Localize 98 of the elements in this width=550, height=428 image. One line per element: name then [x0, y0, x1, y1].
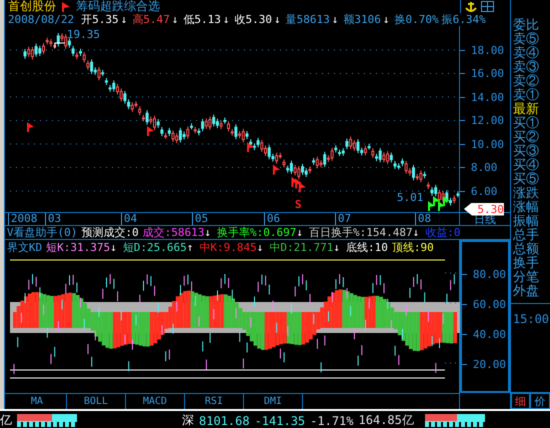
- flag-icon: [146, 126, 154, 136]
- flag-icon: [26, 122, 34, 132]
- axis-label: 18.00: [470, 44, 504, 56]
- up-down-meter: [17, 414, 77, 427]
- indicator-value: 百日换手%:154.487: [309, 225, 413, 240]
- quote-field-label: 卖⑤: [512, 33, 540, 47]
- axis-label: 10.00: [470, 138, 504, 150]
- quote-date: 2008/08/22: [8, 13, 74, 26]
- quote-field-label: 买②: [512, 131, 540, 145]
- arrow-icon: ↑: [186, 240, 194, 254]
- status-fragment: 亿: [0, 412, 12, 428]
- quote-field-label: 分笔: [512, 271, 540, 285]
- leader-line: [54, 42, 66, 48]
- axis-label: 12.00: [470, 114, 504, 127]
- anchor-icon[interactable]: [464, 0, 477, 12]
- arrow-icon: ↓: [110, 240, 117, 254]
- quote-value: 低5.13: [183, 12, 221, 27]
- quote-field-label: 买①: [512, 117, 540, 131]
- arrow-icon: ↓: [120, 13, 128, 26]
- indicator-value: 换手率%:0.697: [217, 225, 296, 240]
- quote-field-label: 买⑤: [512, 173, 540, 187]
- quote-value: 换0.70%: [394, 12, 439, 27]
- quote-field-label: 总额: [512, 243, 540, 257]
- indicator-value: 预测成交:0: [81, 225, 139, 240]
- quote-field-label: 最新: [512, 103, 540, 117]
- quote-field-label: 卖①: [512, 89, 540, 103]
- date-label: 07: [334, 213, 415, 225]
- indicator-value: 中D:21.771: [269, 240, 334, 254]
- date-label: 03: [44, 213, 121, 225]
- date-label: 06: [264, 213, 335, 225]
- price-tag: 5.30: [464, 202, 504, 216]
- panel-tab[interactable]: 细: [510, 393, 530, 409]
- axis-label: 40.00: [472, 328, 506, 340]
- panel-tab[interactable]: 价: [530, 393, 550, 409]
- signal-label: S: [294, 199, 302, 211]
- quote-field-label: 外盘: [512, 285, 540, 299]
- indicator-value: 短K:31.375: [46, 240, 110, 254]
- date-label: 05: [192, 213, 264, 225]
- date-label: 08: [414, 213, 468, 225]
- quote-field-label: 振幅: [512, 215, 540, 229]
- axis-label: 6.00: [470, 184, 498, 198]
- axis-label: 14.00: [470, 90, 504, 104]
- axis-label: 20.00: [472, 358, 506, 370]
- flag-icon: [246, 142, 254, 152]
- quote-field-label: 涨跌: [512, 187, 540, 201]
- flag-icon: [272, 164, 280, 175]
- turnover-value: 164.85亿: [358, 412, 414, 428]
- flag-icon: [62, 2, 70, 12]
- quote-value: 开5.35: [81, 12, 119, 27]
- date-label: 2008: [8, 213, 45, 225]
- quote-field-label: 买④: [512, 159, 540, 173]
- low-price-label: 5.01: [396, 192, 424, 204]
- indicator-value: 短D:25.665: [122, 240, 187, 254]
- stock-name: 首创股份: [8, 0, 56, 14]
- arrow-icon: ↓: [382, 13, 390, 26]
- index-change: -141.35: [254, 414, 306, 428]
- axis-label: 8.00: [470, 161, 498, 174]
- quote-value: 高5.47: [132, 12, 170, 27]
- quote-value: 量58613: [286, 12, 330, 27]
- quote-field-label: 买③: [512, 145, 540, 159]
- high-price-label: 19.35: [66, 29, 100, 41]
- quote-value: 振6.34%: [442, 12, 486, 27]
- arrow-icon: ↓: [333, 240, 340, 254]
- arrow-icon: ↓: [296, 226, 304, 239]
- index-percent: -1.71%: [310, 414, 354, 428]
- axis-label: 60.00: [472, 298, 506, 310]
- arrow-icon: ↓: [256, 240, 264, 254]
- indicator-value: 中K:9.845: [199, 240, 257, 254]
- index-value: 8101.68: [199, 414, 250, 428]
- indicator-value: V看盘助手(0): [6, 225, 78, 240]
- arrow-icon: ↓: [172, 13, 178, 26]
- formula-name: 筹码超跌综合选: [76, 0, 160, 14]
- quote-field-label: 总手: [512, 229, 540, 243]
- time-label: 15:00: [510, 303, 550, 326]
- indicator-value: 底线:10: [346, 240, 388, 254]
- axis-label: 80.00: [472, 268, 506, 280]
- up-down-meter: [424, 414, 485, 427]
- arrow-icon: ↓: [412, 226, 420, 239]
- quote-field-label: 委比: [512, 19, 540, 33]
- indicator-value: 顶线:90: [392, 240, 434, 254]
- quote-value: 额3106: [343, 12, 381, 27]
- quote-value: 收5.30: [234, 12, 272, 27]
- arrow-icon: ↓: [204, 226, 212, 239]
- quote-field-label: 卖④: [512, 47, 540, 61]
- indicator-value: 界文KD: [6, 240, 42, 254]
- indicator-value: 成交:58613: [142, 225, 204, 240]
- arrow-icon: ↓: [332, 13, 338, 26]
- quote-field-label: 卖③: [512, 61, 540, 75]
- quote-field-label: 涨幅: [512, 201, 540, 215]
- quote-field-label: 换手: [512, 257, 540, 271]
- quote-field-label: 卖②: [512, 75, 540, 89]
- date-label: 04: [120, 213, 192, 225]
- window-icon[interactable]: [480, 1, 494, 12]
- market-label: 深: [182, 412, 194, 428]
- arrow-icon: ↓: [222, 13, 230, 26]
- axis-label: 16.00: [470, 67, 504, 80]
- arrow-icon: ↓: [274, 13, 281, 26]
- indicator-value: 收益:0: [425, 225, 460, 240]
